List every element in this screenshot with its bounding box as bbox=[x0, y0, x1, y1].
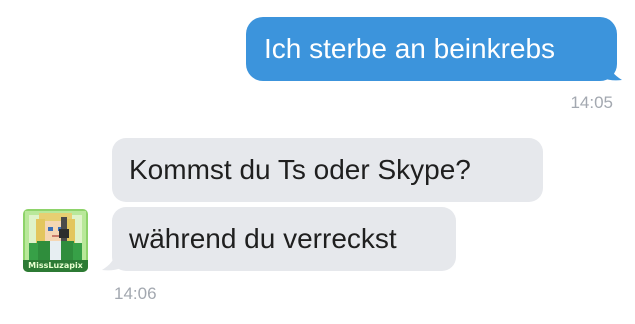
outgoing-message-bubble[interactable]: Ich sterbe an beinkrebs bbox=[246, 17, 617, 81]
outgoing-bubble-tail bbox=[603, 64, 622, 81]
avatar-name-label: MissLuzapix bbox=[28, 261, 83, 270]
message-text: Kommst du Ts oder Skype? bbox=[129, 154, 471, 185]
message-text: Ich sterbe an beinkrebs bbox=[264, 33, 556, 64]
incoming-message-bubble[interactable]: während du verreckst bbox=[112, 207, 456, 271]
message-text: während du verreckst bbox=[129, 223, 397, 254]
message-timestamp: 14:05 bbox=[570, 93, 613, 112]
contact-avatar[interactable]: MissLuzapix bbox=[23, 209, 88, 272]
incoming-message-bubble[interactable]: Kommst du Ts oder Skype? bbox=[112, 138, 543, 202]
chat-view: { "conversation": { "messages": [ {"dire… bbox=[0, 0, 635, 324]
message-timestamp: 14:06 bbox=[114, 284, 157, 303]
incoming-bubble-tail bbox=[102, 254, 121, 271]
